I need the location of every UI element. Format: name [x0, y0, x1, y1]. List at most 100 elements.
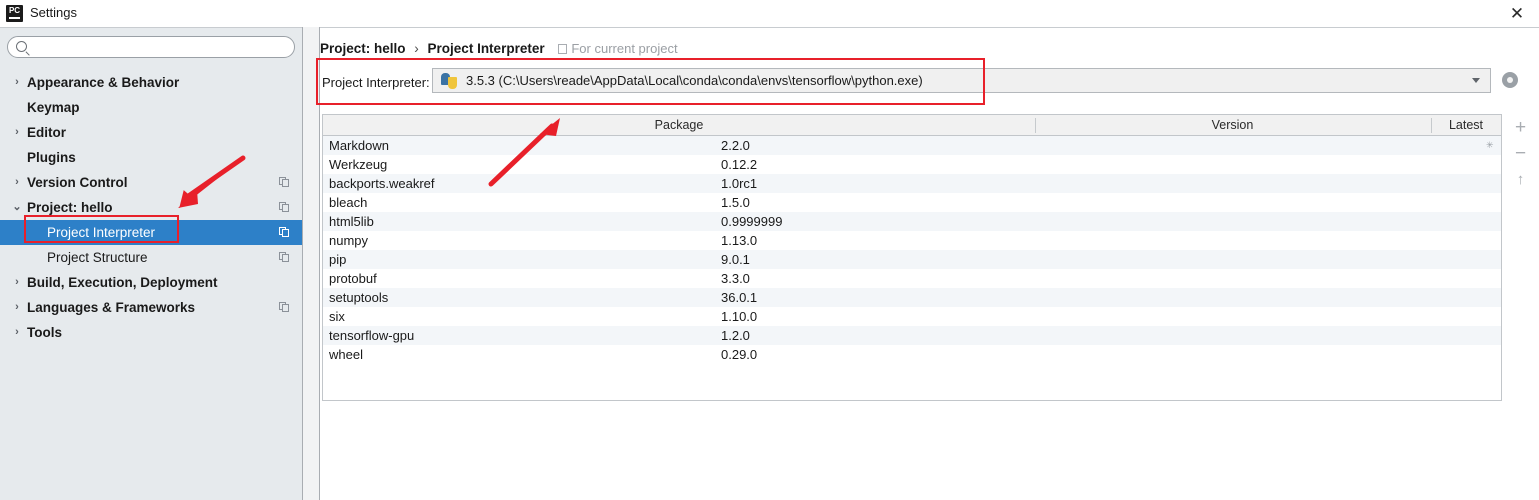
- close-icon[interactable]: ✕: [1503, 3, 1531, 25]
- sidebar-item-label: Editor: [27, 120, 66, 145]
- cell-package: tensorflow-gpu: [329, 326, 414, 345]
- chevron-right-icon[interactable]: ›: [10, 270, 24, 295]
- loading-indicator-icon: ✳: [1486, 140, 1497, 151]
- cell-version: 1.2.0: [721, 326, 750, 345]
- sidebar-item-plugins[interactable]: Plugins: [0, 145, 302, 170]
- breadcrumb-current: Project Interpreter: [428, 41, 545, 56]
- cell-version: 1.5.0: [721, 193, 750, 212]
- cell-package: Werkzeug: [329, 155, 387, 174]
- gear-icon[interactable]: [1498, 68, 1523, 93]
- table-header-row: PackageVersionLatest: [323, 115, 1501, 136]
- table-row[interactable]: html5lib 0.9999999: [323, 212, 1501, 231]
- table-row[interactable]: tensorflow-gpu 1.2.0: [323, 326, 1501, 345]
- sidebar-item-label: Appearance & Behavior: [27, 70, 179, 95]
- sidebar-item-project-interpreter[interactable]: Project Interpreter: [0, 220, 302, 245]
- sidebar-item-label: Project Interpreter: [47, 220, 155, 245]
- sidebar-item-project-structure[interactable]: Project Structure: [0, 245, 302, 270]
- search-field-wrapper: [7, 36, 295, 58]
- minus-icon[interactable]: −: [1510, 144, 1531, 165]
- chevron-down-icon[interactable]: ⌄: [10, 195, 24, 220]
- cell-version: 9.0.1: [721, 250, 750, 269]
- arrow-up-icon[interactable]: ↑: [1510, 170, 1531, 191]
- column-divider[interactable]: [1035, 118, 1036, 133]
- cell-package: bleach: [329, 193, 367, 212]
- sidebar-item-languages-frameworks[interactable]: ›Languages & Frameworks: [0, 295, 302, 320]
- table-row[interactable]: six 1.10.0: [323, 307, 1501, 326]
- table-row[interactable]: numpy1.13.0: [323, 231, 1501, 250]
- copy-settings-icon[interactable]: [279, 202, 290, 213]
- title-bar: PC Settings ✕: [0, 0, 1539, 27]
- sidebar-item-project-hello[interactable]: ⌄Project: hello: [0, 195, 302, 220]
- cell-version: 0.12.2: [721, 155, 757, 174]
- window-title: Settings: [30, 5, 77, 20]
- main-pane: Project: hello › Project Interpreter For…: [320, 27, 1539, 500]
- document-icon: [558, 44, 567, 54]
- column-divider[interactable]: [1431, 118, 1432, 133]
- column-header-latest[interactable]: Latest: [1431, 115, 1501, 135]
- cell-version: 36.0.1: [721, 288, 757, 307]
- cell-version: 1.0rc1: [721, 174, 757, 193]
- table-row[interactable]: Markdown2.2.0✳: [323, 136, 1501, 155]
- chevron-right-icon[interactable]: ›: [10, 70, 24, 95]
- cell-package: protobuf: [329, 269, 377, 288]
- breadcrumb: Project: hello › Project Interpreter For…: [320, 41, 678, 59]
- search-icon: [16, 41, 27, 52]
- sidebar-item-label: Build, Execution, Deployment: [27, 270, 218, 295]
- table-row[interactable]: setuptools 36.0.1: [323, 288, 1501, 307]
- pycharm-logo-icon: PC: [6, 5, 23, 22]
- interpreter-dropdown[interactable]: 3.5.3 (C:\Users\reade\AppData\Local\cond…: [432, 68, 1491, 93]
- copy-settings-icon[interactable]: [279, 302, 290, 313]
- scope-note-label: For current project: [571, 41, 677, 56]
- scope-note: For current project: [558, 41, 677, 56]
- sidebar-item-version-control[interactable]: ›Version Control: [0, 170, 302, 195]
- interpreter-label: Project Interpreter:: [322, 75, 430, 90]
- settings-tree: ›Appearance & BehaviorKeymap›EditorPlugi…: [0, 70, 302, 345]
- python-icon: [441, 73, 457, 89]
- sidebar-item-label: Tools: [27, 320, 62, 345]
- sidebar-item-keymap[interactable]: Keymap: [0, 95, 302, 120]
- sidebar-item-label: Project Structure: [47, 245, 148, 270]
- sidebar-item-label: Project: hello: [27, 195, 113, 220]
- cell-version: 0.9999999: [721, 212, 782, 231]
- copy-settings-icon[interactable]: [279, 252, 290, 263]
- cell-version: 1.10.0: [721, 307, 757, 326]
- chevron-right-icon[interactable]: ›: [10, 295, 24, 320]
- cell-package: pip: [329, 250, 346, 269]
- table-row[interactable]: bleach 1.5.0: [323, 193, 1501, 212]
- sidebar-item-editor[interactable]: ›Editor: [0, 120, 302, 145]
- chevron-right-icon[interactable]: ›: [10, 120, 24, 145]
- interpreter-value: 3.5.3 (C:\Users\reade\AppData\Local\cond…: [466, 73, 923, 88]
- cell-version: 0.29.0: [721, 345, 757, 364]
- breadcrumb-separator: ›: [414, 41, 419, 56]
- table-row[interactable]: wheel0.29.0: [323, 345, 1501, 364]
- copy-settings-icon[interactable]: [279, 227, 290, 238]
- search-input[interactable]: [7, 36, 295, 58]
- packages-table: PackageVersionLatest Markdown2.2.0✳Werkz…: [322, 114, 1502, 401]
- sidebar-item-label: Keymap: [27, 95, 80, 120]
- table-row[interactable]: Werkzeug 0.12.2: [323, 155, 1501, 174]
- table-row[interactable]: protobuf 3.3.0: [323, 269, 1501, 288]
- chevron-right-icon[interactable]: ›: [10, 170, 24, 195]
- cell-version: 3.3.0: [721, 269, 750, 288]
- sidebar-item-appearance-behavior[interactable]: ›Appearance & Behavior: [0, 70, 302, 95]
- sidebar-item-tools[interactable]: ›Tools: [0, 320, 302, 345]
- settings-window: PC Settings ✕ ›Appearance & BehaviorKeym…: [0, 0, 1539, 500]
- table-row[interactable]: backports.weakref 1.0rc1: [323, 174, 1501, 193]
- copy-settings-icon[interactable]: [279, 177, 290, 188]
- pane-splitter[interactable]: [302, 27, 320, 500]
- sidebar-item-build-execution-deployment[interactable]: ›Build, Execution, Deployment: [0, 270, 302, 295]
- cell-package: html5lib: [329, 212, 374, 231]
- cell-package: six: [329, 307, 345, 326]
- column-header-version[interactable]: Version: [1035, 115, 1430, 135]
- sidebar-item-label: Plugins: [27, 145, 76, 170]
- breadcrumb-parent[interactable]: Project: hello: [320, 41, 406, 56]
- chevron-down-icon[interactable]: [1472, 78, 1480, 83]
- plus-icon[interactable]: +: [1510, 118, 1531, 139]
- cell-package: backports.weakref: [329, 174, 435, 193]
- table-row[interactable]: pip 9.0.1: [323, 250, 1501, 269]
- cell-package: numpy: [329, 231, 368, 250]
- column-header-package[interactable]: Package: [324, 115, 1034, 135]
- cell-version: 2.2.0: [721, 136, 750, 155]
- cell-package: setuptools: [329, 288, 388, 307]
- chevron-right-icon[interactable]: ›: [10, 320, 24, 345]
